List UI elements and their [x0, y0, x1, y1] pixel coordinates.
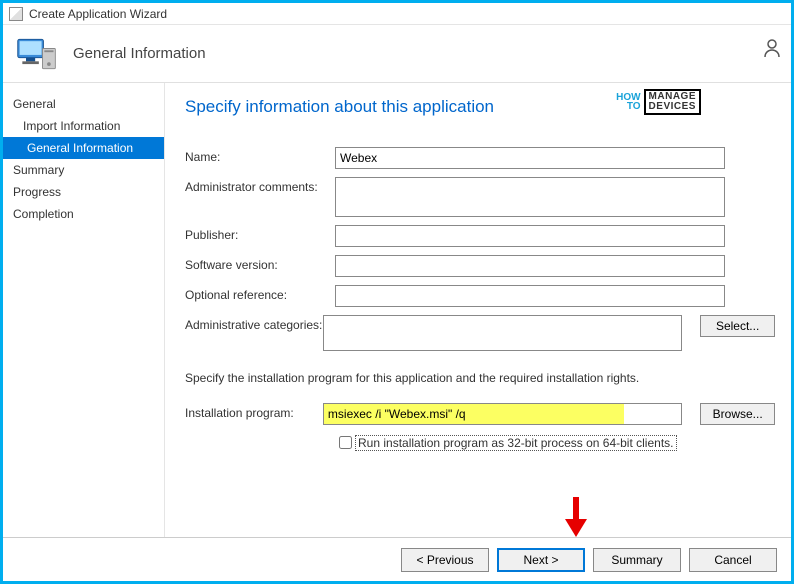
optref-label: Optional reference:: [185, 285, 335, 302]
sidebar-item-progress[interactable]: Progress: [3, 181, 164, 203]
wizard-window: Create Application Wizard General Inform…: [0, 0, 794, 584]
header-title: General Information: [73, 45, 206, 62]
name-label: Name:: [185, 147, 335, 164]
app-icon: [9, 7, 23, 21]
howto-logo: HOWTO MANAGEDEVICES: [616, 89, 701, 115]
wizard-header: General Information: [3, 25, 791, 83]
window-title: Create Application Wizard: [29, 7, 167, 21]
sidebar-item-general-info[interactable]: General Information: [3, 137, 164, 159]
admin-comments-input[interactable]: [335, 177, 725, 217]
sidebar-item-completion[interactable]: Completion: [3, 203, 164, 225]
sidebar-item-general[interactable]: General: [3, 93, 164, 115]
run-32bit-label: Run installation program as 32-bit proce…: [355, 435, 677, 451]
categories-box[interactable]: [323, 315, 682, 351]
publisher-label: Publisher:: [185, 225, 335, 242]
admin-comments-label: Administrator comments:: [185, 177, 335, 194]
sidebar-item-import-info[interactable]: Import Information: [3, 115, 164, 137]
previous-button[interactable]: < Previous: [401, 548, 489, 572]
cancel-button[interactable]: Cancel: [689, 548, 777, 572]
publisher-input[interactable]: [335, 225, 725, 247]
titlebar: Create Application Wizard: [3, 3, 791, 25]
optref-input[interactable]: [335, 285, 725, 307]
install-description: Specify the installation program for thi…: [185, 371, 775, 385]
sidebar-item-summary[interactable]: Summary: [3, 159, 164, 181]
version-input[interactable]: [335, 255, 725, 277]
wizard-content: Specify information about this applicati…: [165, 83, 791, 537]
wizard-footer: < Previous Next > Summary Cancel: [3, 537, 791, 581]
next-button[interactable]: Next >: [497, 548, 585, 572]
summary-button[interactable]: Summary: [593, 548, 681, 572]
name-input[interactable]: [335, 147, 725, 169]
run-32bit-checkbox[interactable]: [339, 436, 352, 449]
install-program-input[interactable]: [323, 403, 682, 425]
wizard-sidebar: General Import Information General Infor…: [3, 83, 165, 537]
version-label: Software version:: [185, 255, 335, 272]
computer-icon: [15, 32, 59, 76]
user-icon: [763, 37, 783, 61]
browse-button[interactable]: Browse...: [700, 403, 775, 425]
select-button[interactable]: Select...: [700, 315, 775, 337]
categories-label: Administrative categories:: [185, 315, 323, 332]
install-program-label: Installation program:: [185, 403, 323, 420]
